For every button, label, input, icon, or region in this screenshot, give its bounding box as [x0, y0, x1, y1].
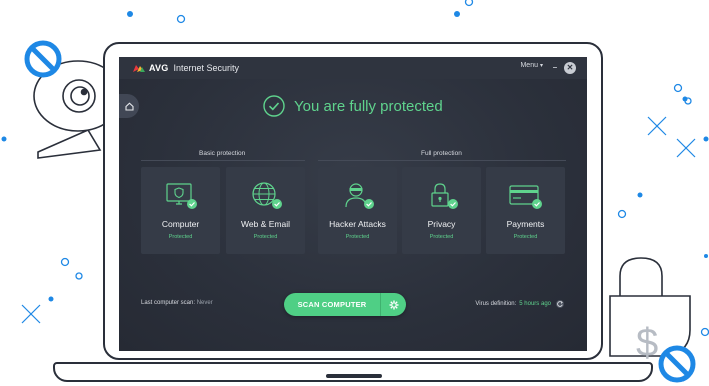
minimize-button[interactable]: – [549, 62, 561, 74]
tile-title: Computer [161, 219, 200, 229]
app-logo: AVG Internet Security [132, 63, 239, 73]
tile-status: Protected [168, 234, 193, 240]
protection-status: You are fully protected [263, 95, 443, 117]
blocked-icon-2 [658, 345, 696, 383]
padlock-icon [431, 183, 458, 209]
title-bar: AVG Internet Security Menu ▾ – ✕ [119, 57, 587, 79]
basic-protection-label: Basic protection [199, 150, 246, 157]
close-button[interactable]: ✕ [564, 62, 576, 74]
last-scan-info: Last computer scan: Never [141, 300, 213, 306]
basic-protection-divider [141, 160, 305, 161]
last-scan-value: Never [196, 300, 213, 306]
virus-definition-value[interactable]: 5 hours ago [519, 301, 551, 307]
virus-definition-info: Virus definition: 5 hours ago [475, 300, 564, 308]
home-icon [124, 101, 134, 111]
full-protection-divider [318, 160, 566, 161]
refresh-arrow-icon [557, 301, 563, 307]
tile-status: Protected [513, 234, 538, 240]
tile-privacy[interactable]: Privacy Protected [402, 167, 481, 254]
globe-icon [252, 182, 282, 209]
product-name: Internet Security [173, 63, 239, 73]
blocked-icon [24, 40, 62, 78]
last-scan-label: Last computer scan: [141, 300, 196, 306]
tile-title: Payments [506, 219, 545, 229]
scan-button-label: SCAN COMPUTER [297, 300, 367, 309]
promo-illustration: $ AVG Internet Security Menu ▾ – ✕ You a… [0, 0, 709, 386]
virus-definition-label: Virus definition: [475, 301, 517, 307]
tile-web-email[interactable]: Web & Email Protected [226, 167, 305, 254]
home-button[interactable] [119, 94, 139, 118]
full-protection-label: Full protection [421, 150, 462, 157]
check-circle-icon [263, 95, 285, 117]
scan-settings-button[interactable] [381, 300, 406, 310]
monitor-shield-icon [166, 183, 197, 209]
tile-title: Web & Email [241, 219, 290, 229]
menu-label: Menu [520, 62, 538, 69]
avg-logo-icon [133, 65, 145, 72]
tile-payments[interactable]: Payments Protected [486, 167, 565, 254]
tile-title: Privacy [427, 219, 456, 229]
tile-status: Protected [253, 234, 278, 240]
tile-title: Hacker Attacks [329, 219, 386, 229]
app-window: AVG Internet Security Menu ▾ – ✕ You are … [119, 57, 587, 351]
tile-hacker-attacks[interactable]: Hacker Attacks Protected [318, 167, 397, 254]
brand-name: AVG [149, 63, 169, 73]
tile-status: Protected [345, 234, 370, 240]
tile-computer[interactable]: Computer Protected [141, 167, 220, 254]
laptop-base [53, 362, 653, 382]
menu-button[interactable]: Menu ▾ [520, 62, 543, 69]
scan-computer-button[interactable]: SCAN COMPUTER [284, 293, 406, 316]
refresh-icon[interactable] [556, 300, 564, 308]
tile-status: Protected [429, 234, 454, 240]
credit-card-icon [509, 185, 542, 209]
gear-icon [389, 300, 398, 309]
hacker-icon [345, 183, 374, 209]
chevron-down-icon: ▾ [539, 63, 543, 69]
laptop-notch [326, 374, 382, 378]
status-message: You are fully protected [294, 97, 443, 115]
svg-text:$: $ [636, 321, 658, 365]
